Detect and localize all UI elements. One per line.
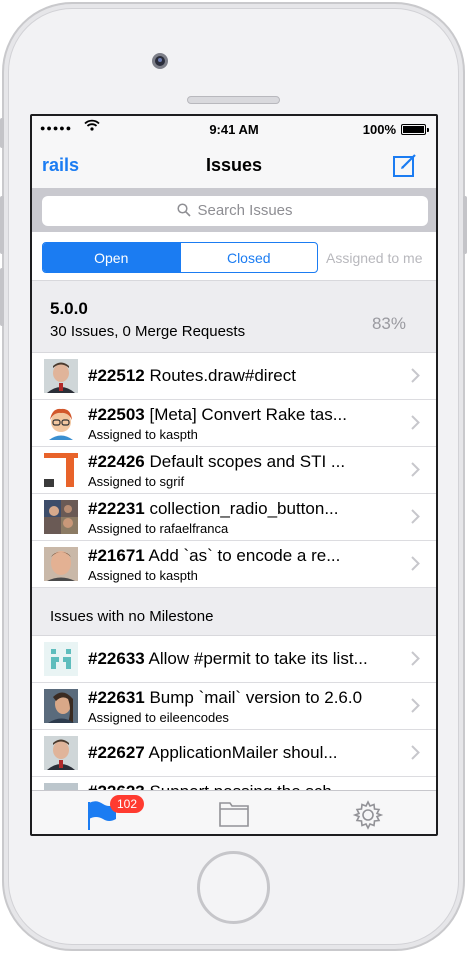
power-button: [463, 196, 467, 254]
issue-assignee: Assigned to sgrif: [88, 474, 185, 489]
issue-title: #22627 ApplicationMailer shoul...: [88, 743, 408, 763]
avatar: [44, 736, 78, 770]
avatar: [44, 406, 78, 440]
issue-title: #21671 Add `as` to encode a re...: [88, 546, 408, 566]
issue-assignee: Assigned to kaspth: [88, 427, 198, 442]
tab-settings[interactable]: [352, 799, 384, 830]
avatar: [44, 642, 78, 676]
issue-title: #22426 Default scopes and STI ...: [88, 452, 408, 472]
chevron-right-icon: [411, 509, 420, 524]
filter-row: Open Closed Assigned to me: [32, 232, 436, 280]
tab-bar: 102: [32, 790, 436, 834]
back-button[interactable]: rails: [42, 155, 79, 176]
milestone-summary: 30 Issues, 0 Merge Requests: [50, 323, 246, 340]
issue-number: #22627: [88, 743, 145, 762]
milestone-name: 5.0.0: [50, 299, 88, 318]
volume-up-button: [0, 196, 4, 254]
issue-title: #22512 Routes.draw#direct: [88, 366, 408, 386]
search-bar: Search Issues: [32, 188, 436, 232]
issues-count-badge: 102: [110, 795, 144, 813]
issue-row[interactable]: #22627 ApplicationMailer shoul...: [32, 730, 436, 777]
issue-title-text: Allow #permit to take its list...: [148, 649, 368, 668]
chevron-right-icon: [411, 415, 420, 430]
section-header-label: Issues with no Milestone: [50, 608, 214, 625]
tab-open[interactable]: Open: [43, 243, 180, 272]
issue-row[interactable]: #22231 collection_radio_button... Assign…: [32, 494, 436, 541]
folder-icon: [219, 802, 249, 827]
issue-row[interactable]: #22512 Routes.draw#direct: [32, 353, 436, 400]
issue-number: #22512: [88, 366, 145, 385]
issue-title-text: Default scopes and STI ...: [149, 452, 346, 471]
tab-closed[interactable]: Closed: [179, 243, 318, 272]
issue-title: #22631 Bump `mail` version to 2.6.0: [88, 688, 408, 708]
issue-row[interactable]: #21671 Add `as` to encode a re... Assign…: [32, 541, 436, 588]
avatar: [44, 689, 78, 723]
issue-title-text: [Meta] Convert Rake tas...: [149, 405, 347, 424]
navigation-bar: rails Issues: [32, 142, 436, 188]
issue-title: #22231 collection_radio_button...: [88, 499, 408, 519]
front-camera: [152, 53, 168, 69]
search-icon: [177, 203, 192, 221]
chevron-right-icon: [411, 462, 420, 477]
issue-assignee: Assigned to rafaelfranca: [88, 521, 229, 536]
chevron-right-icon: [411, 556, 420, 571]
battery-icon: [401, 124, 429, 135]
milestone-header[interactable]: 5.0.0 30 Issues, 0 Merge Requests 83%: [32, 280, 436, 353]
gear-icon: [352, 800, 384, 830]
search-input[interactable]: Search Issues: [42, 196, 428, 226]
compose-icon[interactable]: [392, 152, 418, 178]
status-bar: ●●●●● 9:41 AM 100%: [32, 116, 436, 142]
issue-number: #22231: [88, 499, 145, 518]
chevron-right-icon: [411, 651, 420, 666]
earpiece-speaker: [187, 96, 280, 104]
issue-number: #21671: [88, 546, 145, 565]
mute-switch: [0, 118, 4, 148]
avatar: [44, 500, 78, 534]
state-segmented-control: Open Closed: [42, 242, 318, 273]
milestone-progress: 83%: [371, 314, 406, 333]
issue-row[interactable]: #22633 Allow #permit to take its list...: [32, 636, 436, 683]
chevron-right-icon: [411, 368, 420, 383]
issue-title-text: Routes.draw#direct: [149, 366, 296, 385]
avatar: [44, 547, 78, 581]
issue-title: #22503 [Meta] Convert Rake tas...: [88, 405, 408, 425]
issue-row[interactable]: #22503 [Meta] Convert Rake tas... Assign…: [32, 400, 436, 447]
avatar: [44, 359, 78, 393]
tab-repositories[interactable]: [218, 799, 250, 829]
chevron-right-icon: [411, 698, 420, 713]
issue-assignee: Assigned to kaspth: [88, 568, 198, 583]
issue-title-text: Bump `mail` version to 2.6.0: [149, 688, 363, 707]
page-title: Issues: [205, 155, 263, 175]
tab-assigned-to-me[interactable]: Assigned to me: [326, 250, 423, 266]
issue-row[interactable]: #22631 Bump `mail` version to 2.6.0 Assi…: [32, 683, 436, 730]
volume-down-button: [0, 268, 4, 326]
issue-title-text: Add `as` to encode a re...: [148, 546, 341, 565]
home-button[interactable]: [197, 851, 270, 924]
section-header-no-milestone: Issues with no Milestone: [32, 588, 436, 636]
issue-number: #22633: [88, 649, 145, 668]
app-screen: ●●●●● 9:41 AM 100% rails Issues Search I…: [30, 114, 438, 836]
chevron-right-icon: [411, 745, 420, 760]
battery-percent: 100%: [362, 122, 396, 137]
issue-row[interactable]: #22426 Default scopes and STI ... Assign…: [32, 447, 436, 494]
issue-title-text: ApplicationMailer shoul...: [148, 743, 338, 762]
issue-title-text: collection_radio_button...: [149, 499, 339, 518]
search-placeholder: Search Issues: [197, 202, 293, 219]
avatar: [44, 453, 78, 487]
issue-assignee: Assigned to eileencodes: [88, 710, 229, 725]
issue-title: #22633 Allow #permit to take its list...: [88, 649, 408, 669]
issue-number: #22426: [88, 452, 145, 471]
issue-number: #22503: [88, 405, 145, 424]
issue-number: #22631: [88, 688, 145, 707]
